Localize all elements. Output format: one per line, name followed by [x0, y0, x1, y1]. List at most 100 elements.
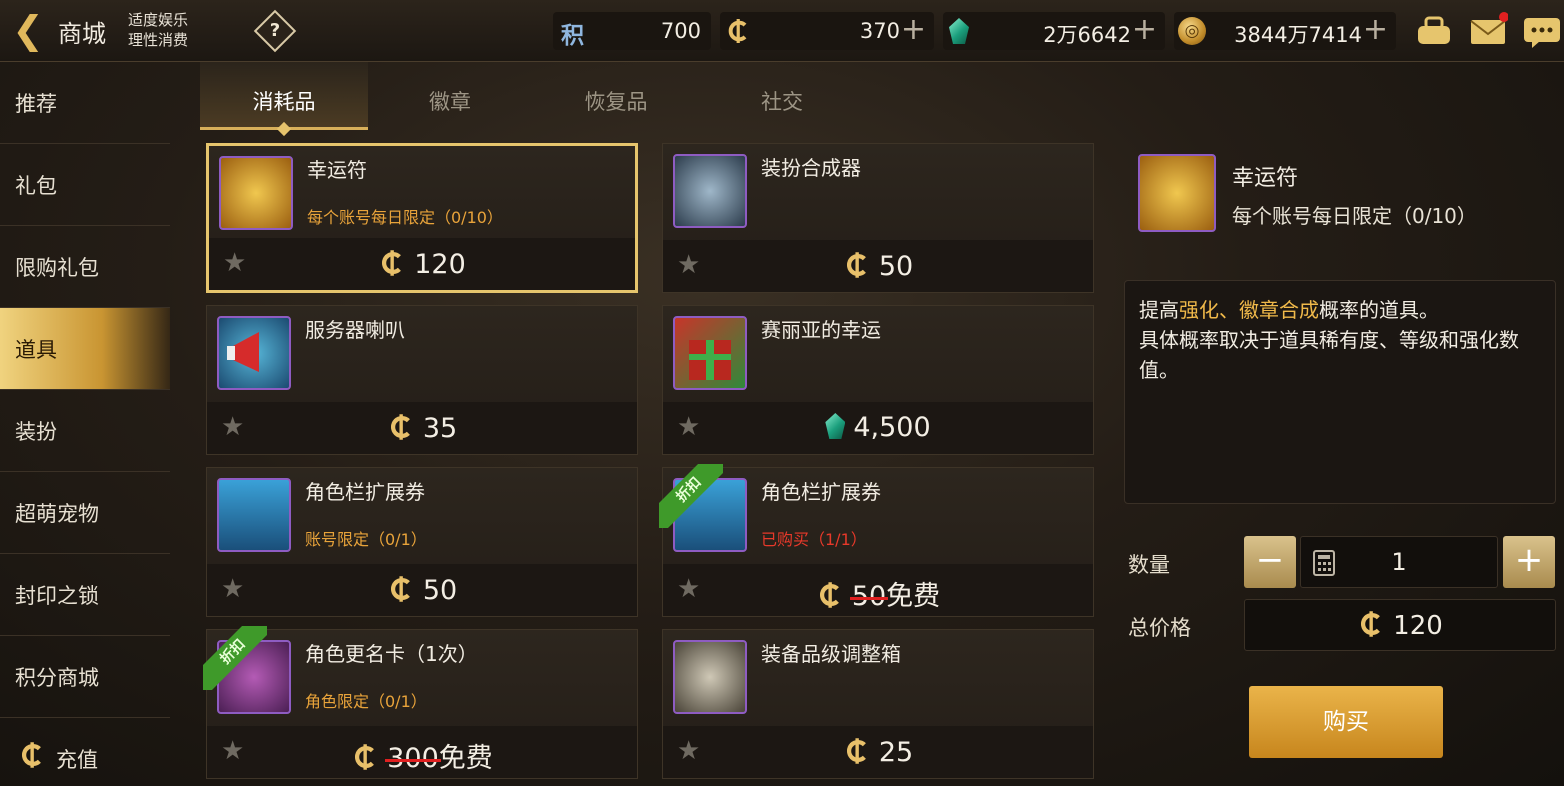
sidebar-item-seal-lock[interactable]: 封印之锁	[0, 554, 170, 636]
inventory-icon[interactable]	[1414, 12, 1454, 50]
gem-currency: 2万6642 +	[943, 12, 1165, 50]
price-bar: ★ 25	[663, 726, 1093, 778]
item-price: 4,500	[663, 412, 1093, 443]
c-coin-icon	[389, 576, 415, 602]
price-value: 50	[878, 251, 914, 282]
sidebar-item-points-shop[interactable]: 积分商城	[0, 636, 170, 718]
tab-badges[interactable]: 徽章	[366, 62, 534, 130]
sidebar-item-recharge[interactable]: 充值	[0, 718, 170, 786]
quantity-field[interactable]: 1	[1300, 536, 1498, 588]
item-name: 服务器喇叭	[305, 318, 405, 342]
c-coin-icon	[353, 744, 379, 770]
item-name: 角色栏扩展券	[761, 480, 881, 504]
gem-icon	[825, 413, 846, 439]
question-icon: ?	[269, 20, 281, 41]
c-coin-icon	[1359, 611, 1385, 637]
item-card-lucky-charm[interactable]: 幸运符 每个账号每日限定（0/10） ★ 120	[206, 143, 638, 293]
old-price: 300	[387, 743, 439, 774]
quantity-value: 1	[1391, 548, 1407, 576]
item-name: 装备品级调整箱	[761, 642, 901, 666]
points-value: 700	[660, 19, 701, 43]
old-price: 50	[851, 581, 887, 612]
detail-item-limit: 每个账号每日限定（0/10）	[1232, 204, 1477, 228]
add-gem-button[interactable]: +	[1132, 14, 1157, 46]
item-card-grade-box[interactable]: 装备品级调整箱 ★ 25	[662, 629, 1094, 779]
item-card-avatar-synthesizer[interactable]: 装扮合成器 ★ 50	[662, 143, 1094, 293]
price-value: 35	[422, 413, 458, 444]
desc-highlight: 强化、徽章合成	[1179, 298, 1319, 322]
quantity-label: 数量	[1128, 553, 1170, 577]
gold-coin-icon: ◎	[1178, 17, 1206, 45]
increase-button[interactable]: +	[1503, 536, 1555, 588]
ribbon-label: 折扣	[203, 626, 267, 690]
item-price: 50	[663, 250, 1093, 282]
help-button[interactable]: ?	[253, 9, 297, 53]
desc-text: 概率的道具。	[1319, 298, 1439, 322]
item-card-slot-expansion[interactable]: 角色栏扩展券 账号限定（0/1） ★ 50	[206, 467, 638, 617]
sidebar-item-avatar[interactable]: 装扮	[0, 390, 170, 472]
price-bar: ★ 35	[207, 402, 637, 454]
item-card-rename-card[interactable]: 折扣 角色更名卡（1次） 角色限定（0/1） ★ 300免费	[203, 626, 638, 779]
c-coin-value: 370	[859, 19, 900, 43]
top-bar: ❮ 商城 适度娱乐 理性消费 ? 积 700 370 + 2万6642 + ◎ …	[0, 0, 1564, 62]
chat-icon[interactable]	[1522, 12, 1562, 50]
c-coin-icon	[845, 738, 871, 764]
scroll-icon	[1138, 154, 1216, 232]
item-name: 赛丽亚的幸运	[761, 318, 881, 342]
price-value: 50	[422, 575, 458, 606]
c-coin-currency: 370 +	[720, 12, 934, 50]
notice-line2: 理性消费	[128, 31, 189, 49]
mail-icon[interactable]	[1468, 12, 1508, 50]
add-gold-button[interactable]: +	[1363, 14, 1388, 46]
sidebar-item-items[interactable]: 道具	[0, 308, 170, 390]
price-value: 25	[878, 737, 914, 768]
buy-button[interactable]: 购买	[1249, 686, 1443, 758]
box-icon	[673, 640, 747, 714]
notice-line1: 适度娱乐	[128, 11, 189, 29]
item-name: 幸运符	[307, 158, 367, 182]
price-value: 免费	[886, 581, 941, 612]
item-name: 装扮合成器	[761, 156, 861, 180]
gold-currency: ◎ 3844万7414 +	[1174, 12, 1396, 50]
item-price: 120	[209, 248, 635, 280]
discount-ribbon: 折扣	[203, 626, 267, 690]
item-card-seria-luck[interactable]: 赛丽亚的幸运 ★ 4,500	[662, 305, 1094, 455]
item-price: 50免费	[663, 574, 1093, 613]
item-name: 角色栏扩展券	[305, 480, 425, 504]
price-bar: ★ 300免费	[207, 726, 637, 778]
price-bar: ★ 120	[209, 238, 635, 290]
item-name: 角色更名卡（1次）	[305, 642, 478, 666]
item-price: 35	[207, 412, 637, 444]
sidebar-item-packs[interactable]: 礼包	[0, 144, 170, 226]
item-card-server-megaphone[interactable]: 服务器喇叭 ★ 35	[206, 305, 638, 455]
item-card-slot-expansion-discount[interactable]: 折扣 角色栏扩展券 已购买（1/1） ★ 50免费	[659, 464, 1094, 617]
gem-icon	[949, 18, 969, 44]
sidebar-item-limited-packs[interactable]: 限购礼包	[0, 226, 170, 308]
page-title: 商城	[58, 20, 106, 48]
price-value: 免费	[438, 743, 493, 774]
add-c-coin-button[interactable]: +	[901, 14, 926, 46]
c-coin-icon	[818, 582, 844, 608]
points-icon: 积	[561, 23, 584, 49]
back-arrow-icon[interactable]: ❮	[6, 10, 50, 52]
gift-box-icon	[673, 316, 747, 390]
tab-consumables[interactable]: 消耗品	[200, 62, 368, 130]
price-bar: ★ 4,500	[663, 402, 1093, 454]
decrease-button[interactable]: −	[1244, 536, 1296, 588]
recharge-label: 充值	[56, 748, 98, 772]
tab-recovery[interactable]: 恢复品	[532, 62, 700, 130]
item-description: 提高强化、徽章合成概率的道具。 具体概率取决于道具稀有度、等级和强化数值。	[1124, 280, 1556, 504]
item-price: 50	[207, 574, 637, 606]
item-limit: 每个账号每日限定（0/10）	[307, 208, 503, 227]
price-bar: ★ 50免费	[663, 564, 1093, 616]
total-price-box: 120	[1244, 599, 1556, 651]
discount-ribbon: 折扣	[659, 464, 723, 528]
notice: 适度娱乐 理性消费	[128, 10, 188, 50]
detail-item-name: 幸运符	[1232, 166, 1299, 191]
total-price-label: 总价格	[1128, 616, 1191, 640]
tab-social[interactable]: 社交	[698, 62, 866, 130]
sidebar-item-pets[interactable]: 超萌宠物	[0, 472, 170, 554]
sidebar-item-recommend[interactable]: 推荐	[0, 62, 170, 144]
points-currency: 积 700	[553, 12, 711, 50]
price-value: 4,500	[853, 412, 931, 443]
